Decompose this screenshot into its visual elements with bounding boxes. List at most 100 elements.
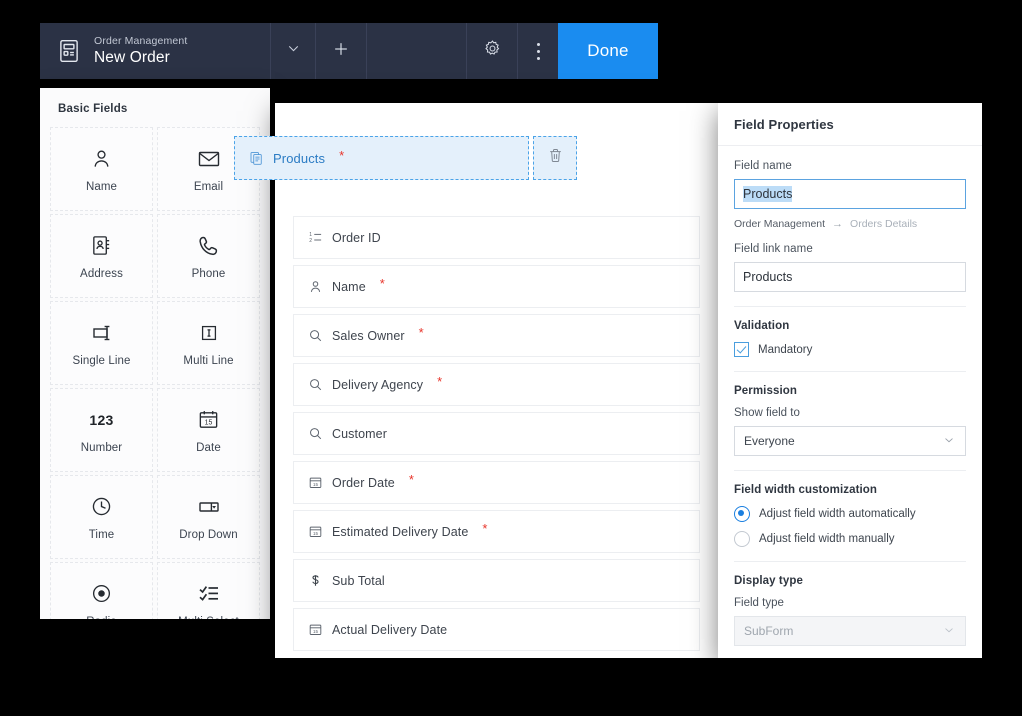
form-field-row[interactable]: 1 2 Order ID [293, 216, 700, 259]
radio-unselected-icon[interactable] [734, 531, 750, 547]
field-type-label: Field type [734, 597, 784, 609]
user-icon [90, 146, 113, 172]
palette-item-label: Date [196, 441, 221, 454]
more-options-button[interactable] [517, 23, 558, 79]
delete-field-dropzone[interactable] [533, 136, 577, 180]
palette-item-address[interactable]: Address [50, 214, 153, 298]
palette-item-label: Radio [86, 616, 117, 620]
calendar-icon: 15 [197, 407, 220, 433]
required-marker: * [339, 147, 345, 163]
chevron-down-icon [285, 40, 302, 62]
palette-item-label: Email [193, 180, 224, 193]
divider [734, 371, 966, 372]
toolbar-spacer [366, 23, 466, 79]
lookup-icon [308, 328, 323, 343]
palette-item-name[interactable]: Name [50, 127, 153, 211]
123-icon: 123 [89, 407, 113, 433]
clock-icon [90, 494, 113, 520]
trash-icon [547, 147, 564, 169]
phone-icon [197, 233, 221, 259]
palette-item-label: Phone [191, 267, 226, 280]
currency-icon [308, 573, 323, 588]
palette-item-label: Single Line [72, 354, 131, 367]
palette-item-label: Name [85, 180, 118, 193]
svg-text:15: 15 [205, 420, 213, 427]
svg-text:1: 1 [309, 232, 312, 238]
palette-item-label: Time [88, 528, 115, 541]
permission-section-title: Permission [734, 385, 797, 397]
form-field-label: Order Date [332, 475, 395, 490]
form-field-row[interactable]: Sales Owner * [293, 314, 700, 357]
app-root: Order Management New Order Done Basic Fi… [0, 0, 1022, 716]
form-field-row[interactable]: Name * [293, 265, 700, 308]
multi-line-icon [198, 320, 220, 346]
manual-width-label: Adjust field width manually [759, 533, 895, 545]
field-name-input[interactable]: Products [734, 179, 966, 209]
palette-item-phone[interactable]: Phone [157, 214, 260, 298]
form-field-row[interactable]: 15 Order Date * [293, 461, 700, 504]
palette-item-radio[interactable]: Radio [50, 562, 153, 619]
divider [734, 470, 966, 471]
chevron-down-icon [942, 623, 956, 640]
lookup-icon [308, 426, 323, 441]
form-switcher-button[interactable] [270, 23, 315, 79]
svg-text:2: 2 [309, 238, 312, 244]
form-field-row[interactable]: Customer [293, 412, 700, 455]
plus-icon [331, 39, 351, 64]
mandatory-label: Mandatory [758, 343, 813, 356]
form-field-label: Sub Total [332, 573, 385, 588]
auto-width-label: Adjust field width automatically [759, 508, 916, 520]
show-field-to-value: Everyone [744, 434, 795, 448]
auto-number-icon: 1 2 [308, 230, 323, 245]
dragged-field-products[interactable]: Products * [234, 136, 529, 180]
field-link-name-input[interactable]: Products [734, 262, 966, 292]
palette-item-time[interactable]: Time [50, 475, 153, 559]
checkbox-checked-icon[interactable] [734, 342, 749, 357]
palette-item-multi-line[interactable]: Multi Line [157, 301, 260, 385]
form-field-row[interactable]: Sub Total [293, 559, 700, 602]
dropdown-icon [197, 494, 221, 520]
done-button[interactable]: Done [558, 23, 658, 79]
radio-row-manual-width[interactable]: Adjust field width manually [734, 531, 966, 547]
palette-item-drop-down[interactable]: Drop Down [157, 475, 260, 559]
properties-title: Field Properties [718, 103, 982, 146]
required-marker: * [379, 276, 385, 291]
mandatory-checkbox-row[interactable]: Mandatory [734, 342, 966, 357]
radio-selected-icon[interactable] [734, 506, 750, 522]
field-type-value: SubForm [744, 624, 794, 638]
form-field-row[interactable]: 15 Actual Delivery Date [293, 608, 700, 651]
display-type-section-title: Display type [734, 575, 803, 587]
settings-button[interactable] [466, 23, 517, 79]
palette-title: Basic Fields [58, 103, 128, 115]
show-field-to-select[interactable]: Everyone [734, 426, 966, 456]
add-form-button[interactable] [315, 23, 366, 79]
palette-item-multi-select[interactable]: Multi Select [157, 562, 260, 619]
field-name-value: Products [743, 186, 793, 202]
form-builder-canvas: 1 2 Order ID Name * Sales Owner * Delive… [275, 103, 718, 658]
gear-icon [483, 39, 502, 63]
form-field-row[interactable]: 15 Estimated Delivery Date * [293, 510, 700, 553]
field-link-name-label: Field link name [734, 243, 813, 255]
validation-section-title: Validation [734, 320, 790, 332]
chevron-down-icon [942, 433, 956, 450]
field-width-section-title: Field width customization [734, 484, 878, 496]
subform-icon [249, 151, 264, 166]
svg-text:15: 15 [313, 629, 319, 634]
palette-item-label: Drop Down [179, 528, 238, 541]
user-icon [308, 279, 323, 294]
palette-item-date[interactable]: 15 Date [157, 388, 260, 472]
form-field-row[interactable]: Delivery Agency * [293, 363, 700, 406]
dragged-field-group: Products * [234, 136, 577, 180]
radio-icon [90, 581, 113, 607]
palette-item-single-line[interactable]: Single Line [50, 301, 153, 385]
palette-grid: Name Email Address Phone Single Line Mul… [40, 127, 270, 619]
radio-row-auto-width[interactable]: Adjust field width automatically [734, 506, 966, 522]
palette-item-label: Multi Select [178, 616, 239, 620]
palette-item-number[interactable]: 123 Number [50, 388, 153, 472]
calendar-icon: 15 [308, 475, 323, 490]
svg-text:15: 15 [313, 482, 319, 487]
form-field-label: Name [332, 279, 366, 294]
form-identity[interactable]: Order Management New Order [40, 23, 270, 79]
form-field-label: Actual Delivery Date [332, 622, 448, 637]
palette-item-label: Number [80, 441, 123, 454]
